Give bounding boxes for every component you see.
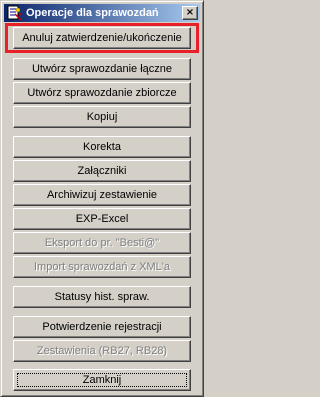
- attachments-button[interactable]: Załączniki: [13, 160, 191, 182]
- report-app-icon: [6, 5, 22, 21]
- export-besti-button[interactable]: Eksport do pr. "Besti@": [13, 232, 191, 254]
- create-summary-report-button[interactable]: Utwórz sprawozdanie zbiorcze: [13, 82, 191, 104]
- close-icon[interactable]: ×: [182, 6, 198, 20]
- create-combined-report-button[interactable]: Utwórz sprawozdanie łączne: [13, 58, 191, 80]
- statements-rb27-rb28-button[interactable]: Zestawienia (RB27, RB28): [13, 340, 191, 362]
- exp-excel-button[interactable]: EXP-Excel: [13, 208, 191, 230]
- import-xml-button[interactable]: Import sprawozdań z XML'a: [13, 256, 191, 278]
- window-title: Operacje dla sprawozdań: [26, 7, 159, 19]
- archive-statement-button[interactable]: Archiwizuj zestawienie: [13, 184, 191, 206]
- cancel-approval-button[interactable]: Anuluj zatwierdzenie/ukończenie: [13, 27, 191, 49]
- close-button[interactable]: Zamknij: [13, 369, 191, 391]
- registration-confirmation-button[interactable]: Potwierdzenie rejestracji: [13, 316, 191, 338]
- history-status-button[interactable]: Statusy hist. spraw.: [13, 286, 191, 308]
- correction-button[interactable]: Korekta: [13, 136, 191, 158]
- copy-button[interactable]: Kopiuj: [13, 106, 191, 128]
- title-bar[interactable]: Operacje dla sprawozdań ×: [4, 4, 200, 22]
- operations-dialog: Operacje dla sprawozdań × Anuluj zatwier…: [0, 0, 204, 397]
